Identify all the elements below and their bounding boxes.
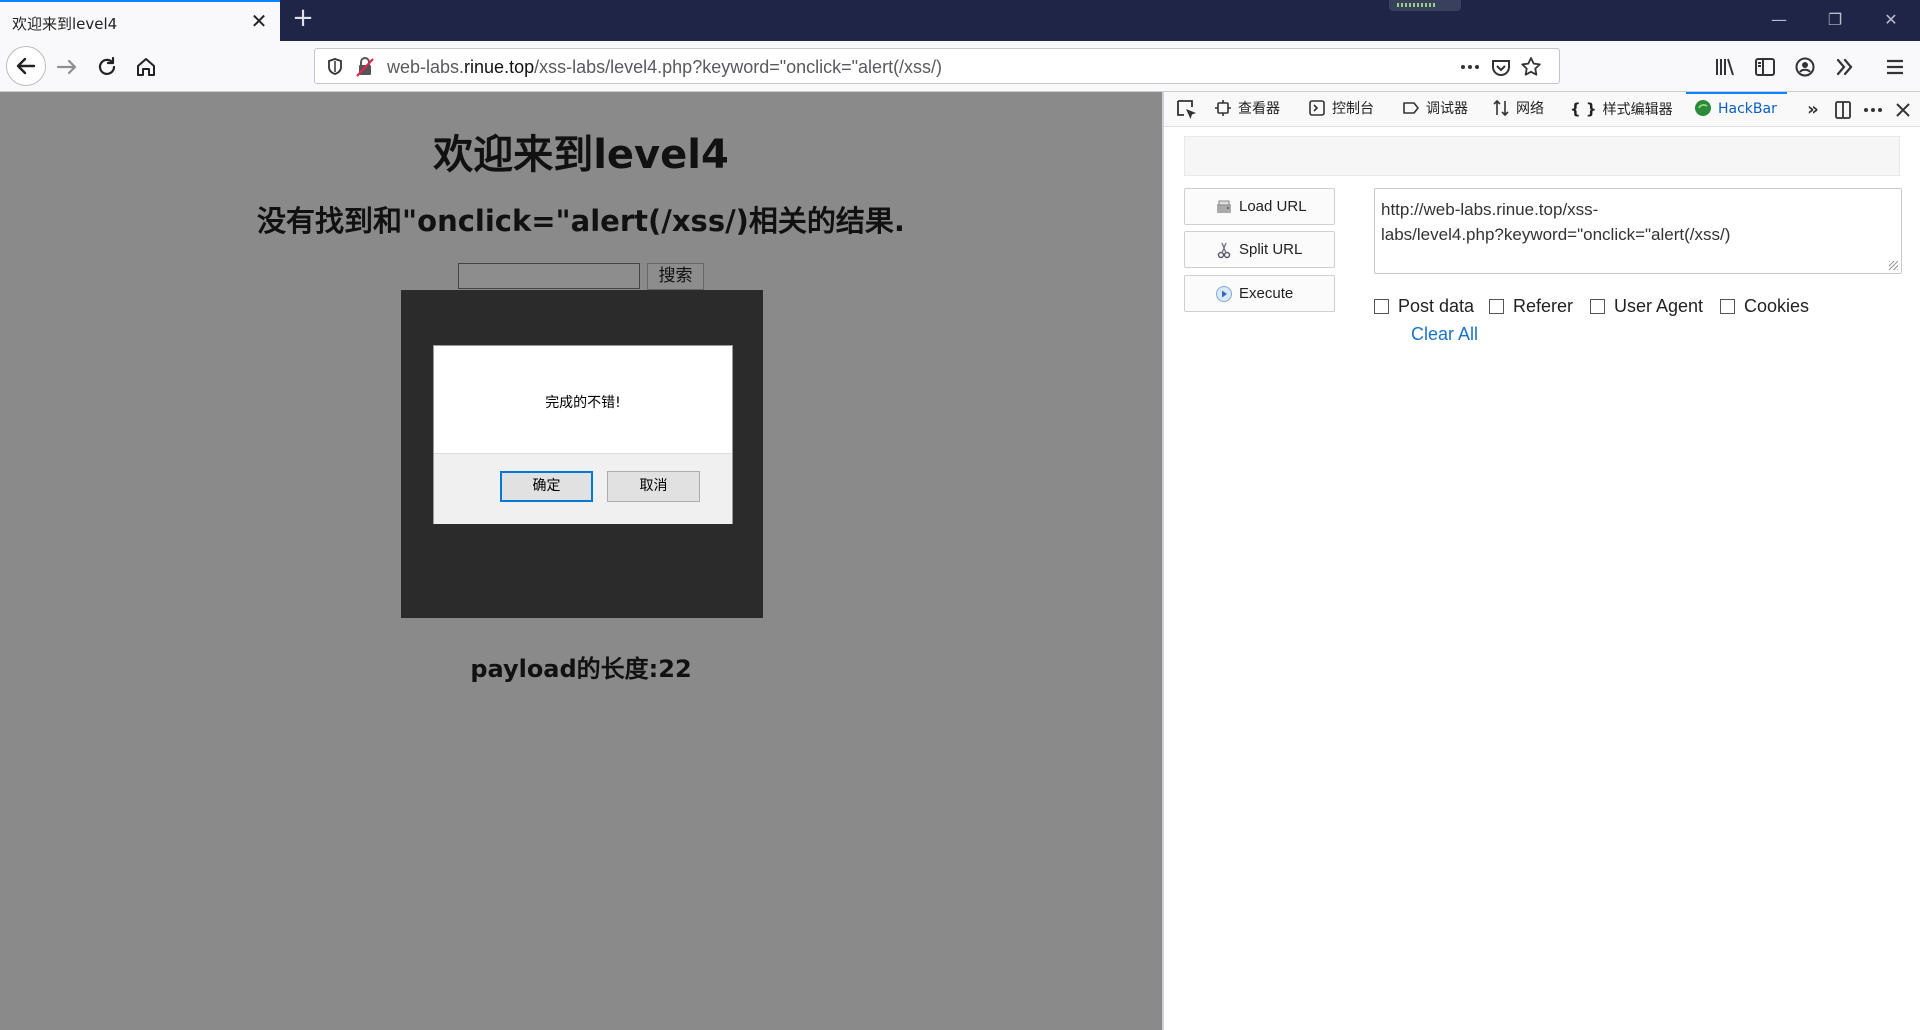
- keyword-input[interactable]: [458, 263, 640, 289]
- inspector-icon: [1215, 100, 1231, 116]
- page-viewport: 欢迎来到level4 没有找到和"onclick="alert(/xss/)相关…: [0, 92, 1162, 1030]
- search-button[interactable]: 搜索: [647, 263, 704, 290]
- scissors-icon: [1217, 242, 1231, 259]
- account-icon[interactable]: [1792, 54, 1818, 80]
- search-result-text: 没有找到和"onclick="alert(/xss/)相关的结果.: [257, 204, 905, 238]
- tab-debugger[interactable]: 调试器: [1402, 92, 1468, 127]
- alert-dialog-backdrop: 完成的不错! 确定 取消: [401, 290, 763, 618]
- bookmark-star-icon[interactable]: [1519, 55, 1543, 79]
- cookies-checkbox[interactable]: Cookies: [1720, 296, 1809, 318]
- tab-hackbar[interactable]: HackBar: [1686, 92, 1787, 127]
- hackbar-url-textarea[interactable]: http://web-labs.rinue.top/xss- labs/leve…: [1374, 188, 1902, 274]
- browser-tab[interactable]: 欢迎来到level4 ✕: [0, 0, 280, 41]
- new-tab-button[interactable]: +: [290, 5, 316, 32]
- page-heading: 欢迎来到level4: [433, 132, 729, 178]
- library-icon[interactable]: [1712, 54, 1738, 80]
- alert-footer: 确定 取消: [434, 453, 732, 524]
- referer-checkbox[interactable]: Referer: [1489, 296, 1573, 318]
- url-line-2: labs/level4.php?keyword="onclick="alert(…: [1381, 225, 1731, 244]
- page-actions-icon[interactable]: [1458, 55, 1482, 79]
- style-editor-icon: { }: [1570, 100, 1597, 118]
- load-url-button[interactable]: Load URL: [1184, 188, 1335, 225]
- navigation-toolbar: web-labs.rinue.top/xss-labs/level4.php?k…: [0, 41, 1920, 92]
- alert-ok-button[interactable]: 确定: [500, 471, 593, 502]
- pocket-icon[interactable]: [1489, 55, 1513, 79]
- element-picker-icon[interactable]: [1174, 97, 1200, 123]
- forward-button[interactable]: [50, 50, 84, 84]
- restore-button[interactable]: ❐: [1820, 6, 1850, 34]
- load-url-icon: [1217, 200, 1231, 213]
- more-tools-chevron-icon[interactable]: »: [1800, 97, 1826, 123]
- url-line-1: http://web-labs.rinue.top/xss-: [1381, 200, 1599, 219]
- payload-length-text: payload的长度:22: [470, 655, 692, 683]
- back-button[interactable]: [6, 46, 46, 86]
- devtools-toolbar: 查看器 控制台 调试器 网络 { } 样式编辑器 HackBar »: [1164, 92, 1920, 127]
- window-close-button[interactable]: ✕: [1876, 6, 1906, 34]
- url-bar[interactable]: web-labs.rinue.top/xss-labs/level4.php?k…: [314, 48, 1560, 84]
- network-icon: [1493, 99, 1509, 117]
- tab-console[interactable]: 控制台: [1308, 92, 1374, 127]
- hamburger-menu-icon[interactable]: [1882, 54, 1908, 80]
- tab-style-editor[interactable]: { } 样式编辑器: [1570, 92, 1673, 127]
- url-text: web-labs.rinue.top/xss-labs/level4.php?k…: [387, 57, 943, 77]
- devtools-panel: 查看器 控制台 调试器 网络 { } 样式编辑器 HackBar » Load U…: [1162, 92, 1920, 1030]
- play-icon: [1216, 286, 1232, 302]
- home-button[interactable]: [129, 50, 163, 84]
- console-icon: [1309, 100, 1325, 116]
- dock-side-icon[interactable]: [1830, 97, 1856, 123]
- resize-grip-icon[interactable]: [1889, 261, 1898, 270]
- home-icon: [137, 58, 155, 76]
- user-agent-checkbox[interactable]: User Agent: [1590, 296, 1703, 318]
- alert-cancel-button[interactable]: 取消: [607, 471, 700, 502]
- tab-close-icon[interactable]: ✕: [248, 10, 270, 32]
- forward-arrow-icon: [56, 59, 77, 75]
- reload-button[interactable]: [90, 50, 124, 84]
- overflow-chevron-icon[interactable]: [1832, 54, 1858, 80]
- alert-dialog: 完成的不错! 确定 取消: [433, 345, 733, 524]
- execute-button[interactable]: Execute: [1184, 275, 1335, 312]
- debugger-icon: [1403, 102, 1419, 114]
- alert-message: 完成的不错!: [545, 395, 621, 411]
- hackbar-menu-bar: [1184, 136, 1900, 176]
- clear-all-link[interactable]: Clear All: [1411, 324, 1478, 345]
- tab-network[interactable]: 网络: [1492, 92, 1544, 127]
- insecure-lock-icon[interactable]: [353, 55, 377, 79]
- reload-icon: [98, 56, 116, 75]
- minimize-button[interactable]: —: [1764, 6, 1794, 34]
- title-bar: 欢迎来到level4 ✕ + — ❐ ✕: [0, 0, 1920, 41]
- hackbar-icon: [1695, 100, 1711, 116]
- back-arrow-icon: [16, 57, 36, 75]
- devtools-options-icon[interactable]: [1860, 97, 1886, 123]
- tab-title: 欢迎来到level4: [12, 15, 118, 33]
- tracking-shield-icon[interactable]: [323, 55, 347, 79]
- sharing-indicator: [1389, 0, 1461, 11]
- split-url-button[interactable]: Split URL: [1184, 231, 1335, 268]
- sidebar-icon[interactable]: [1752, 54, 1778, 80]
- tab-inspector[interactable]: 查看器: [1214, 92, 1280, 127]
- post-data-checkbox[interactable]: Post data: [1374, 296, 1474, 318]
- devtools-close-icon[interactable]: [1890, 97, 1916, 123]
